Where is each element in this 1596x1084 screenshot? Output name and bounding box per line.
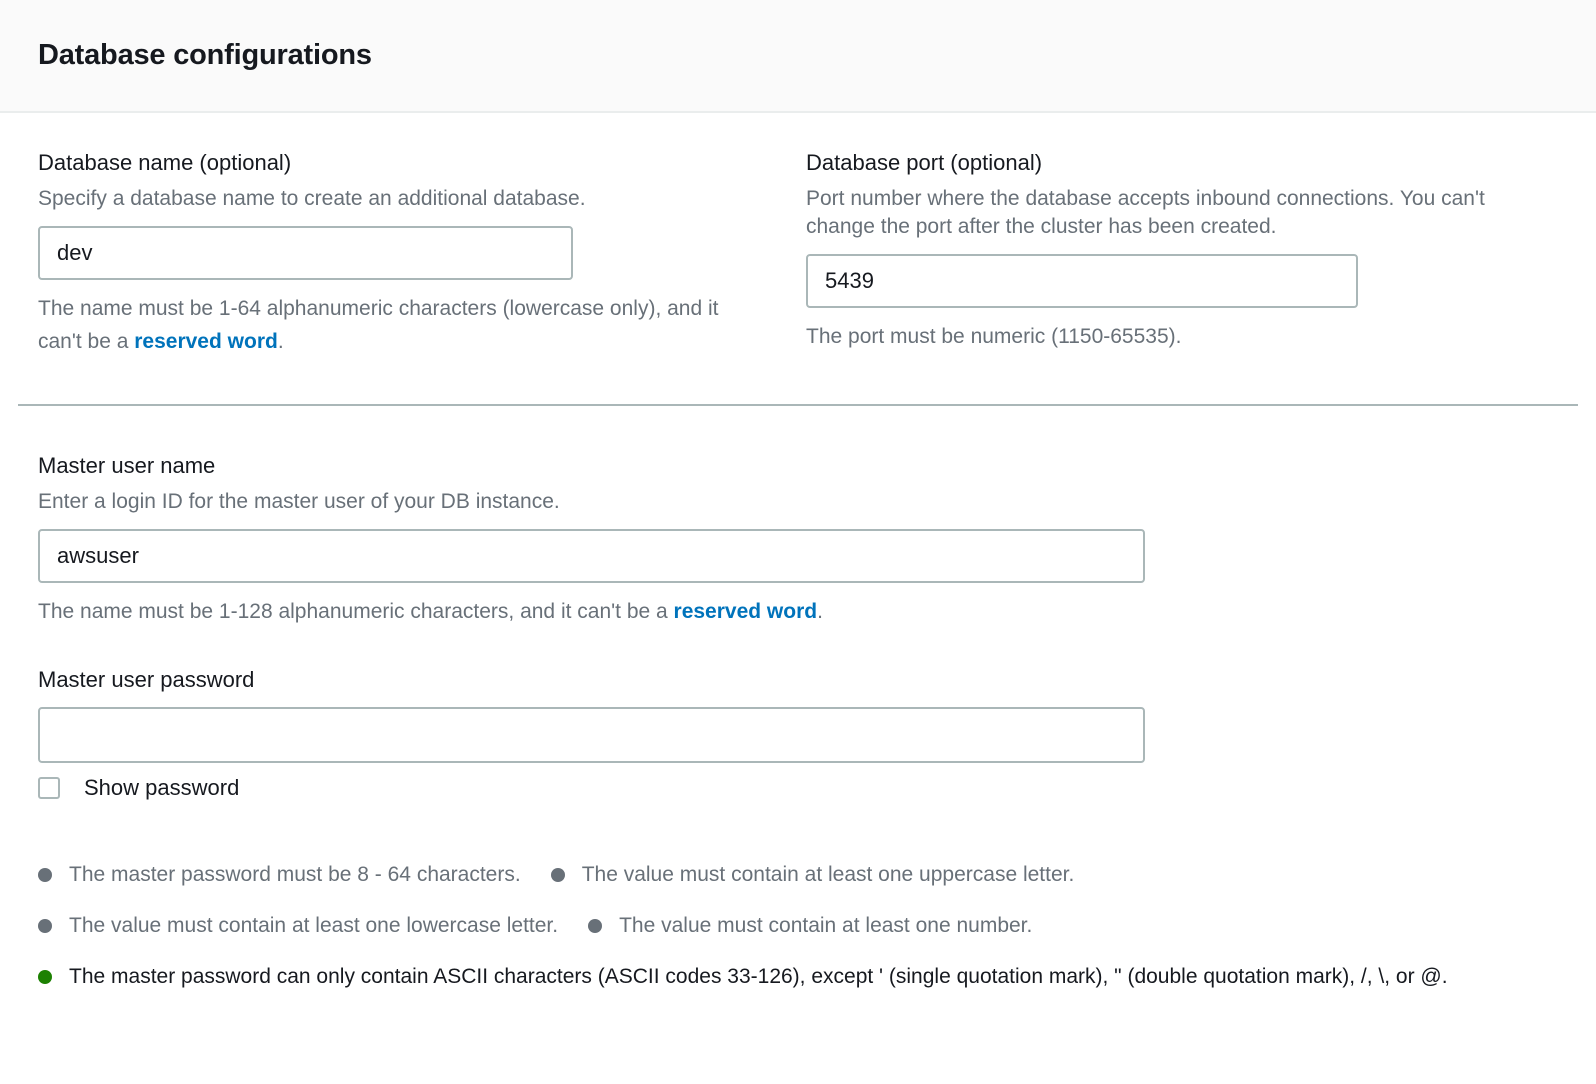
show-password-checkbox[interactable] (38, 777, 60, 799)
password-rule: The value must contain at least one lowe… (38, 914, 558, 937)
master-user-name-hint-period: . (817, 600, 823, 623)
database-name-hint-period: . (278, 330, 284, 353)
password-rule-text: The value must contain at least one uppe… (582, 863, 1075, 886)
panel-header: Database configurations (0, 0, 1596, 113)
database-configurations-form: Database name (optional) Specify a datab… (0, 113, 1596, 358)
database-name-input[interactable] (38, 226, 573, 280)
master-user-password-label: Master user password (38, 666, 1558, 693)
password-rule: The value must contain at least one uppe… (551, 863, 1075, 886)
database-name-reserved-word-link[interactable]: reserved word (134, 330, 278, 353)
master-user-name-hint-text: The name must be 1-128 alphanumeric char… (38, 600, 674, 623)
master-user-name-label: Master user name (38, 452, 1558, 479)
password-rules-row-3: The master password can only contain ASC… (38, 960, 1462, 993)
password-rules-list: The master password must be 8 - 64 chara… (38, 858, 1558, 993)
panel-title: Database configurations (38, 39, 372, 72)
master-user-password-field: Master user password Show password (38, 666, 1558, 802)
rule-bullet-icon (551, 868, 565, 882)
password-rule-text: The master password must be 8 - 64 chara… (69, 863, 521, 886)
database-name-description: Specify a database name to create an add… (38, 185, 768, 213)
database-port-field: Database port (optional) Port number whe… (806, 149, 1558, 353)
rule-bullet-icon (588, 919, 602, 933)
database-port-label: Database port (optional) (806, 149, 1558, 176)
database-name-field: Database name (optional) Specify a datab… (38, 149, 806, 358)
database-name-hint: The name must be 1-64 alphanumeric chara… (38, 292, 750, 358)
password-rule: The value must contain at least one numb… (588, 914, 1032, 937)
database-port-hint: The port must be numeric (1150-65535). (806, 320, 1558, 353)
password-rules-row-1: The master password must be 8 - 64 chara… (38, 858, 1558, 891)
name-port-row: Database name (optional) Specify a datab… (38, 149, 1558, 358)
master-user-name-description: Enter a login ID for the master user of … (38, 488, 1558, 516)
database-port-description: Port number where the database accepts i… (806, 185, 1558, 241)
rule-bullet-icon (38, 868, 52, 882)
show-password-row: Show password (38, 774, 1558, 802)
password-rule-text: The value must contain at least one lowe… (69, 914, 558, 937)
section-divider (18, 404, 1578, 406)
rule-bullet-icon (38, 919, 52, 933)
master-user-name-input[interactable] (38, 529, 1145, 583)
show-password-label: Show password (84, 774, 239, 802)
master-user-name-reserved-word-link[interactable]: reserved word (674, 600, 818, 623)
password-rule-ascii: The master password can only contain ASC… (38, 965, 1448, 988)
database-port-input[interactable] (806, 254, 1358, 308)
password-rule: The master password must be 8 - 64 chara… (38, 863, 521, 886)
password-rule-text: The value must contain at least one numb… (619, 914, 1032, 937)
master-user-password-input[interactable] (38, 707, 1145, 763)
credentials-section: Master user name Enter a login ID for th… (0, 452, 1596, 993)
database-name-label: Database name (optional) (38, 149, 806, 176)
password-rule-text: The master password can only contain ASC… (69, 965, 1448, 988)
master-user-name-hint: The name must be 1-128 alphanumeric char… (38, 595, 1558, 628)
password-rules-row-2: The value must contain at least one lowe… (38, 909, 1558, 942)
master-user-name-field: Master user name Enter a login ID for th… (38, 452, 1558, 628)
rule-met-bullet-icon (38, 970, 52, 984)
